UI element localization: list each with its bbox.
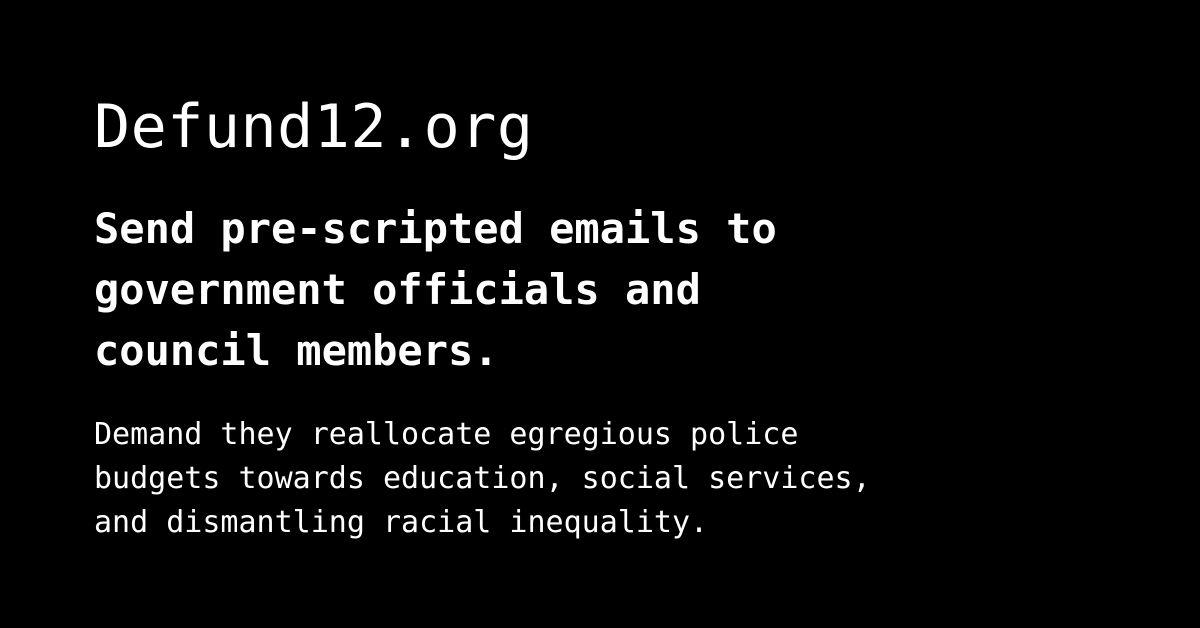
description-line: Demand they reallocate egregious police <box>94 417 799 452</box>
description-line: budgets towards education, social servic… <box>94 461 871 496</box>
headline-line: council members. <box>94 326 499 375</box>
site-title: Defund12.org <box>94 92 534 162</box>
share-card: Defund12.org Send pre-scripted emails to… <box>0 0 1200 628</box>
description: Demand they reallocate egregious police … <box>94 413 1154 545</box>
description-line: and dismantling racial inequality. <box>94 505 709 540</box>
headline-line: Send pre-scripted emails to <box>94 204 777 253</box>
headline-line: government officials and <box>94 265 701 314</box>
headline: Send pre-scripted emails to government o… <box>94 198 1094 381</box>
